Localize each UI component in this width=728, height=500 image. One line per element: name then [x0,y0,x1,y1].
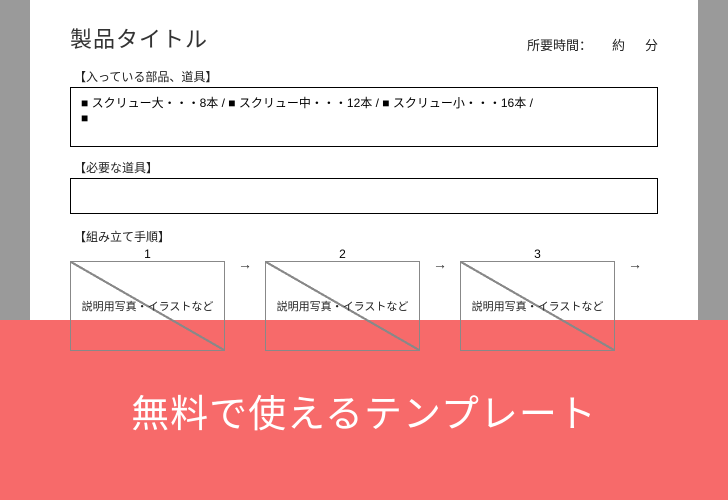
step-number: 3 [460,247,615,261]
document-page: 製品タイトル 所要時間： 約 分 【入っている部品、道具】 ■ スクリュー大・・… [30,0,698,320]
tools-box [70,178,658,214]
part-item: スクリュー中・・・12本 [239,96,372,110]
bullet-icon: ■ [81,96,88,110]
step-card: 説明用写真・イラストなど [460,261,615,351]
step-2: 2 説明用写真・イラストなど [265,247,420,351]
bullet-icon: ■ [81,111,88,125]
time-approx: 約 [612,35,625,54]
step-placeholder: 説明用写真・イラストなど [271,298,415,314]
title-row: 製品タイトル 所要時間： 約 分 [70,22,658,54]
part-item: スクリュー小・・・16本 [393,96,526,110]
time-label: 所要時間： [527,35,592,54]
parts-box: ■ スクリュー大・・・8本 / ■ スクリュー中・・・12本 / ■ スクリュー… [70,87,658,147]
divider: / [530,96,533,110]
step-1: 1 説明用写真・イラストなど [70,247,225,351]
parts-label: 【入っている部品、道具】 [74,68,658,85]
banner-text: 無料で使えるテンプレート [131,383,597,438]
arrow-icon: → [615,256,655,342]
bullet-icon: ■ [228,96,235,110]
bullet-icon: ■ [382,96,389,110]
step-card: 説明用写真・イラストなど [70,261,225,351]
step-number: 2 [265,247,420,261]
steps-label: 【組み立て手順】 [74,228,658,245]
document-frame: 製品タイトル 所要時間： 約 分 【入っている部品、道具】 ■ スクリュー大・・… [0,0,728,320]
step-card: 説明用写真・イラストなど [265,261,420,351]
time-required: 所要時間： 約 分 [527,35,658,54]
step-number: 1 [70,247,225,261]
parts-line: ■ スクリュー大・・・8本 / ■ スクリュー中・・・12本 / ■ スクリュー… [81,96,533,110]
arrow-icon: → [420,256,460,342]
arrow-icon: → [225,256,265,342]
steps-grid: 1 説明用写真・イラストなど → 2 説明用写真・イラストなど → 3 説明用写… [70,247,658,351]
step-placeholder: 説明用写真・イラストなど [76,298,220,314]
tools-label: 【必要な道具】 [74,159,658,176]
time-unit: 分 [645,35,658,54]
part-item: スクリュー大・・・8本 [92,96,219,110]
product-title: 製品タイトル [70,22,208,54]
step-placeholder: 説明用写真・イラストなど [466,298,610,314]
step-3: 3 説明用写真・イラストなど [460,247,615,351]
